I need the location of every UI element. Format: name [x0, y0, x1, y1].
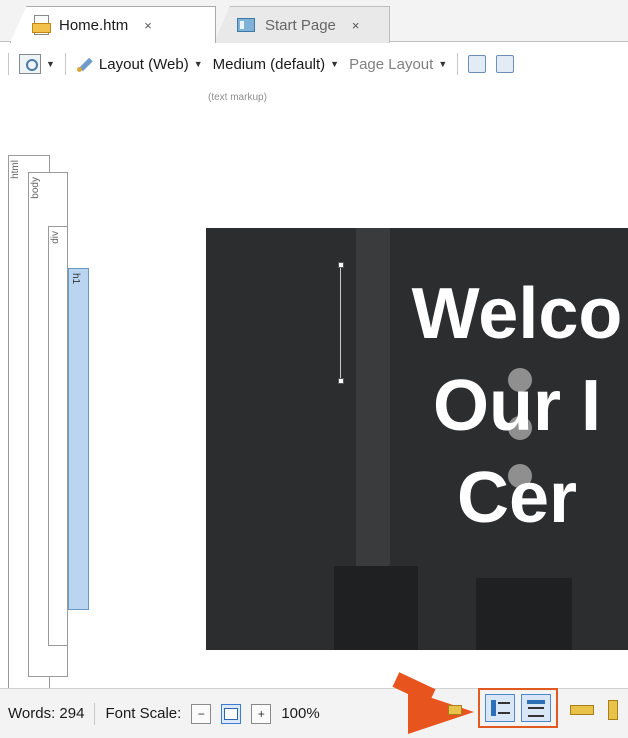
chevron-down-icon: ▼: [193, 59, 203, 69]
structure-bars-highlight: [478, 688, 558, 728]
tab-start-page[interactable]: Start Page ×: [214, 6, 390, 43]
selection-handle-top[interactable]: [338, 262, 344, 268]
tab-start-page-label: Start Page: [265, 16, 336, 34]
tagbar-div[interactable]: div: [48, 226, 68, 646]
page-layout-dropdown-label: Page Layout: [349, 55, 434, 73]
preview-icon: [19, 54, 41, 74]
tagbar-h1-label: h1: [70, 273, 81, 285]
page-icon[interactable]: [448, 705, 462, 715]
tagbar-div-label: div: [50, 231, 61, 244]
page-layout-dropdown[interactable]: Page Layout ▼: [349, 56, 447, 73]
structure-bar-icon: [491, 700, 496, 716]
document-tab-strip: Start Page × Home.htm ×: [0, 0, 628, 43]
vertical-ruler-icon[interactable]: [608, 700, 618, 720]
font-scale-increase-button[interactable]: +: [251, 703, 272, 724]
font-scale-decrease-button[interactable]: −: [191, 703, 212, 724]
text-markup-hint: (text markup): [208, 92, 267, 103]
status-separator: [94, 702, 96, 725]
tagbar-html-label: html: [10, 160, 21, 179]
start-page-icon: [237, 18, 255, 32]
medium-dropdown-label: Medium (default): [212, 55, 326, 73]
lines-icon: [528, 707, 544, 717]
medium-dropdown[interactable]: Medium (default) ▼: [213, 56, 339, 73]
tagbar-body-label: body: [30, 177, 41, 199]
editor-toolbar: ▼ Layout (Web) ▼ Medium (default) ▼ Page…: [0, 43, 628, 85]
close-icon[interactable]: ×: [144, 18, 152, 33]
zoom-value: 100%: [281, 705, 320, 722]
text-cursor-selection: [340, 266, 341, 382]
word-count: Words: 294: [8, 705, 85, 722]
hero-dark-block: [334, 566, 418, 650]
chevron-down-icon: ▼: [46, 59, 55, 69]
ruler-icon[interactable]: [570, 705, 594, 715]
chevron-down-icon: ▼: [438, 59, 448, 69]
toolbar-separator: [8, 53, 9, 75]
font-scale-label: Font Scale:: [105, 705, 182, 722]
hero-dark-block: [476, 578, 572, 650]
lines-icon: [498, 702, 510, 714]
toolbar-separator: [64, 53, 66, 75]
page-heading-h1[interactable]: Welco Our I Cer: [206, 268, 628, 544]
tab-home-htm-label: Home.htm: [59, 16, 129, 34]
toolbar-separator: [457, 53, 459, 75]
show-structure-bars-left-button[interactable]: [485, 694, 515, 722]
callout-arrow: [408, 690, 474, 734]
html-file-icon: [32, 15, 51, 35]
tagbar-h1[interactable]: h1: [68, 268, 89, 610]
chevron-down-icon: ▼: [330, 59, 340, 69]
show-markers-icon[interactable]: [496, 55, 515, 73]
structure-bar-icon: [527, 700, 545, 704]
font-scale-reset-button[interactable]: [221, 703, 242, 724]
layout-dropdown[interactable]: Layout (Web) ▼: [76, 55, 203, 73]
preview-button[interactable]: ▼: [19, 54, 55, 74]
layout-dropdown-label: Layout (Web): [98, 55, 189, 73]
selection-handle-bottom[interactable]: [338, 378, 344, 384]
style-brush-icon: [76, 55, 94, 73]
show-tags-icon[interactable]: [468, 55, 487, 73]
tab-home-htm[interactable]: Home.htm ×: [10, 6, 216, 43]
show-structure-bars-top-button[interactable]: [521, 694, 551, 722]
close-icon[interactable]: ×: [352, 18, 360, 33]
font-scale-reset-icon: [224, 707, 239, 720]
